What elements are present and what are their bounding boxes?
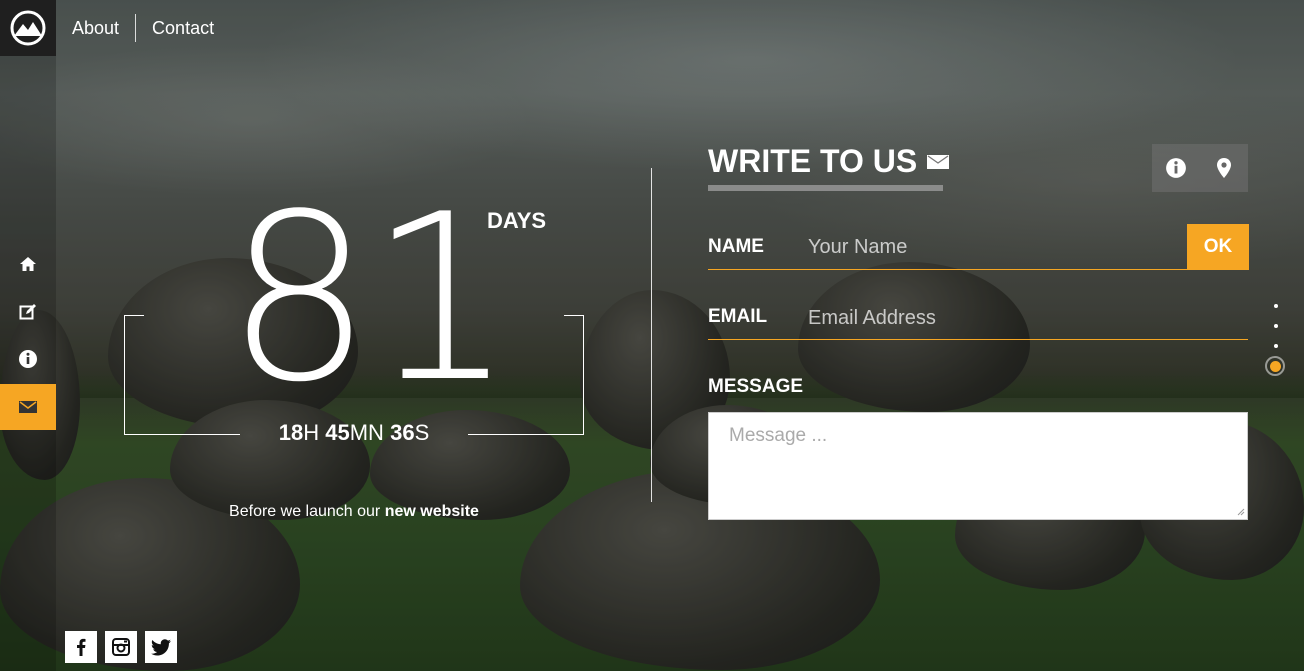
countdown-minutes: 45: [325, 420, 350, 445]
countdown-seconds: 36: [390, 420, 415, 445]
form-title: WRITE TO US: [708, 143, 950, 180]
instagram-link[interactable]: [105, 631, 137, 663]
email-label: EMAIL: [708, 306, 768, 327]
name-input[interactable]: [798, 225, 1182, 269]
page-dot-3[interactable]: [1274, 344, 1278, 348]
mountain-logo-icon: [10, 10, 46, 46]
name-label: NAME: [708, 236, 764, 257]
twitter-link[interactable]: [145, 631, 177, 663]
facebook-link[interactable]: [65, 631, 97, 663]
envelope-icon: [927, 154, 950, 169]
countdown-bracket-left: [124, 315, 144, 435]
sidebar-item-home[interactable]: [0, 241, 56, 287]
info-icon: [19, 350, 37, 368]
mail-icon: [19, 401, 37, 413]
sidebar-item-contact[interactable]: [0, 384, 56, 430]
resize-handle-icon[interactable]: [1236, 507, 1245, 516]
sidebar: [0, 0, 56, 671]
countdown-hours: 18: [278, 420, 304, 445]
title-underline: [708, 185, 943, 191]
launch-tagline: Before we launch our new website: [229, 503, 479, 520]
location-button[interactable]: [1200, 144, 1248, 192]
logo[interactable]: [0, 0, 56, 56]
info-icon: [1166, 158, 1186, 178]
vertical-divider: [651, 168, 652, 502]
nav-contact-link[interactable]: Contact: [136, 18, 230, 39]
countdown-time: 18H 45MN 36S: [278, 420, 430, 445]
message-label: MESSAGE: [708, 376, 804, 397]
form-icon-group: [1152, 144, 1248, 192]
ok-button[interactable]: OK: [1187, 224, 1249, 270]
map-pin-icon: [1217, 158, 1231, 178]
page-dot-active[interactable]: [1265, 356, 1285, 376]
message-textarea[interactable]: [708, 412, 1248, 520]
edit-icon: [19, 304, 36, 320]
instagram-icon: [112, 638, 130, 656]
countdown-days: 81: [226, 166, 515, 433]
countdown-bracket-right: [564, 315, 584, 435]
facebook-icon: [77, 638, 86, 656]
twitter-icon: [151, 638, 171, 655]
page-dot-1[interactable]: [1274, 304, 1278, 308]
nav-about-link[interactable]: About: [56, 18, 135, 39]
home-icon: [20, 257, 36, 271]
top-nav: About Contact: [56, 0, 230, 56]
email-input[interactable]: [798, 296, 1238, 340]
info-button[interactable]: [1152, 144, 1200, 192]
sidebar-item-edit[interactable]: [0, 289, 56, 335]
page-dot-2[interactable]: [1274, 324, 1278, 328]
sidebar-item-info[interactable]: [0, 336, 56, 382]
countdown-days-label: DAYS: [487, 208, 547, 233]
